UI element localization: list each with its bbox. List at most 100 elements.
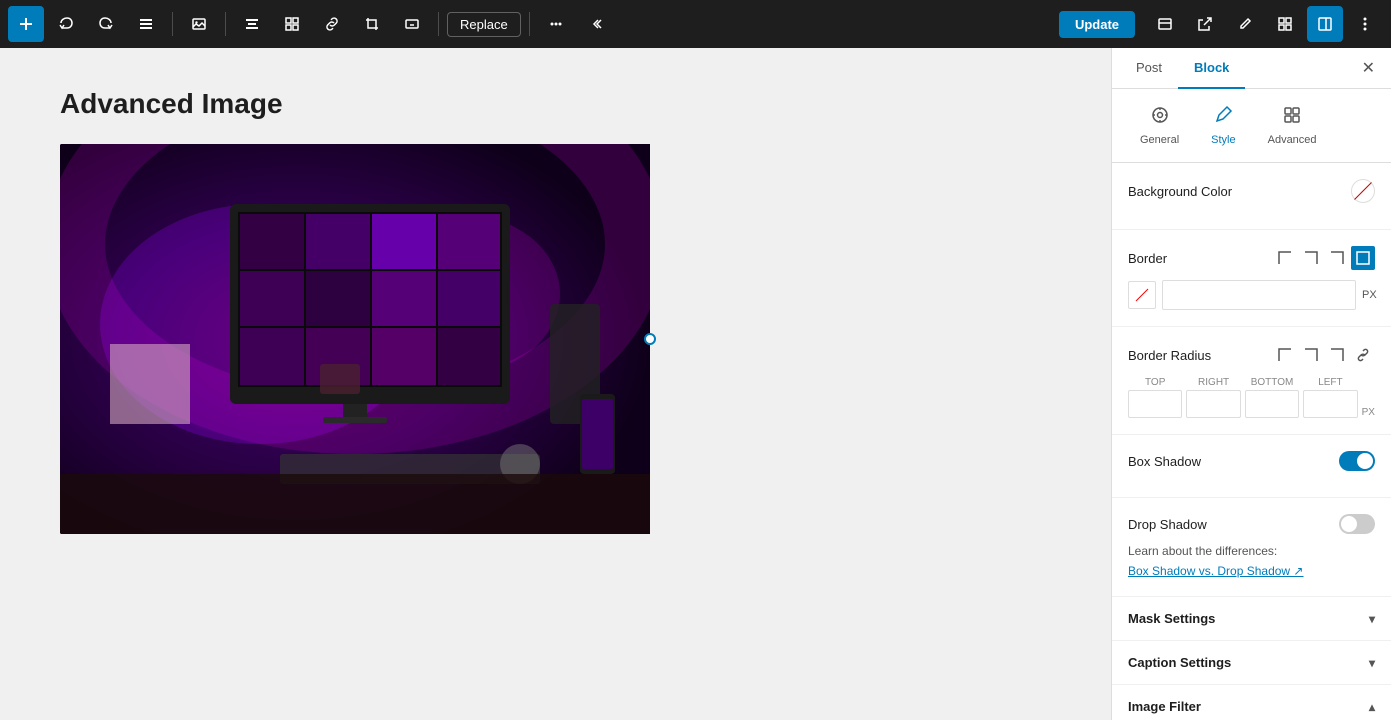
- external-link-button[interactable]: [1187, 6, 1223, 42]
- color-swatch-slash: [1354, 182, 1372, 200]
- border-radius-top-label: TOP: [1145, 377, 1165, 388]
- collapse-button[interactable]: [578, 6, 614, 42]
- caption-settings-label: Caption Settings: [1128, 655, 1231, 670]
- border-radius-right-wrap: RIGHT: [1186, 377, 1240, 418]
- border-input-row: PX: [1128, 280, 1375, 310]
- sidebar: Post Block ✕ General Style Advanced: [1111, 48, 1391, 720]
- drop-shadow-section: Drop Shadow Learn about the differences:…: [1112, 498, 1391, 597]
- caption-settings-header[interactable]: Caption Settings ▾: [1112, 641, 1391, 685]
- page-title: Advanced Image: [60, 88, 1051, 120]
- block-type-button[interactable]: [274, 6, 310, 42]
- border-radius-bottom-right-button[interactable]: [1325, 343, 1349, 367]
- block-tab[interactable]: Block: [1178, 48, 1245, 89]
- layout-button[interactable]: [1307, 6, 1343, 42]
- image-filter-label: Image Filter: [1128, 699, 1201, 714]
- style-tab-label: Style: [1211, 134, 1235, 146]
- border-radius-bottom-input[interactable]: [1245, 390, 1299, 418]
- border-icon-row: [1273, 246, 1375, 270]
- background-color-section: Background Color: [1112, 163, 1391, 230]
- crop-button[interactable]: [354, 6, 390, 42]
- main-content: Advanced Image: [0, 48, 1111, 720]
- undo-button[interactable]: [48, 6, 84, 42]
- toolbar-divider-2: [225, 12, 226, 36]
- box-shadow-toggle[interactable]: [1339, 451, 1375, 471]
- background-color-swatch[interactable]: [1351, 179, 1375, 203]
- customize-button[interactable]: [1227, 6, 1263, 42]
- redo-button[interactable]: [88, 6, 124, 42]
- border-radius-inputs-row: TOP RIGHT BOTTOM LEFT PX: [1128, 377, 1375, 418]
- sidebar-tab-bar: Post Block ✕: [1112, 48, 1391, 89]
- toolbar-divider-4: [529, 12, 530, 36]
- border-radius-header-row: Border Radius: [1128, 343, 1375, 367]
- border-header-row: Border: [1128, 246, 1375, 270]
- box-shadow-row: Box Shadow: [1128, 451, 1375, 471]
- advanced-tab-label: Advanced: [1268, 134, 1317, 146]
- background-color-row: Background Color: [1128, 179, 1375, 203]
- image-container[interactable]: [60, 144, 660, 534]
- general-icon: [1150, 105, 1170, 130]
- border-radius-top-right-button[interactable]: [1299, 343, 1323, 367]
- border-radius-right-input[interactable]: [1186, 390, 1240, 418]
- image-placeholder: [60, 144, 650, 534]
- border-radius-label: Border Radius: [1128, 348, 1211, 363]
- patterns-button[interactable]: [1267, 6, 1303, 42]
- replace-button[interactable]: Replace: [447, 12, 521, 37]
- general-panel-tab[interactable]: General: [1124, 97, 1195, 154]
- toolbar-divider-1: [172, 12, 173, 36]
- caption-settings-chevron: ▾: [1369, 656, 1375, 670]
- border-all-button[interactable]: [1351, 246, 1375, 270]
- post-tab[interactable]: Post: [1120, 48, 1178, 89]
- sidebar-options-button[interactable]: [1347, 6, 1383, 42]
- drop-shadow-row: Drop Shadow: [1128, 514, 1375, 534]
- mask-settings-header[interactable]: Mask Settings ▾: [1112, 597, 1391, 641]
- border-width-input[interactable]: [1162, 280, 1356, 310]
- media-button[interactable]: [181, 6, 217, 42]
- resize-handle[interactable]: [644, 333, 656, 345]
- box-vs-drop-link[interactable]: Box Shadow vs. Drop Shadow ↗: [1128, 564, 1303, 578]
- border-radius-right-label: RIGHT: [1198, 377, 1229, 388]
- advanced-panel-tab[interactable]: Advanced: [1252, 97, 1333, 154]
- border-radius-link-button[interactable]: [1351, 343, 1375, 367]
- border-radius-top-input[interactable]: [1128, 390, 1182, 418]
- border-unit-label: PX: [1362, 289, 1377, 301]
- drop-shadow-label: Drop Shadow: [1128, 517, 1207, 532]
- border-color-picker[interactable]: [1128, 281, 1156, 309]
- add-block-button[interactable]: [8, 6, 44, 42]
- border-radius-section: Border Radius: [1112, 327, 1391, 435]
- embed-button[interactable]: [394, 6, 430, 42]
- toolbar: Replace Update: [0, 0, 1391, 48]
- window-mode-button[interactable]: [1147, 6, 1183, 42]
- border-top-right-button[interactable]: [1299, 246, 1323, 270]
- learn-about-text: Learn about the differences:: [1128, 544, 1375, 558]
- box-shadow-label: Box Shadow: [1128, 454, 1201, 469]
- align-button[interactable]: [234, 6, 270, 42]
- image-filter-header[interactable]: Image Filter ▴: [1112, 685, 1391, 720]
- border-radius-left-label: LEFT: [1318, 377, 1342, 388]
- border-section: Border: [1112, 230, 1391, 327]
- more-options-button[interactable]: [538, 6, 574, 42]
- border-radius-icon-row: [1273, 343, 1375, 367]
- sidebar-inner: Background Color Border: [1112, 163, 1391, 720]
- border-top-left-button[interactable]: [1273, 246, 1297, 270]
- image-svg: [60, 144, 650, 534]
- border-bottom-right-button[interactable]: [1325, 246, 1349, 270]
- border-radius-unit-label: PX: [1362, 407, 1375, 418]
- drop-shadow-toggle[interactable]: [1339, 514, 1375, 534]
- link-button[interactable]: [314, 6, 350, 42]
- toolbar-divider-3: [438, 12, 439, 36]
- image-filter-chevron: ▴: [1369, 700, 1375, 714]
- border-radius-bottom-label: BOTTOM: [1251, 377, 1294, 388]
- advanced-icon: [1282, 105, 1302, 130]
- update-button[interactable]: Update: [1059, 11, 1135, 38]
- sidebar-close-button[interactable]: ✕: [1354, 48, 1383, 88]
- border-radius-top-left-button[interactable]: [1273, 343, 1297, 367]
- border-radius-left-input[interactable]: [1303, 390, 1357, 418]
- mask-settings-label: Mask Settings: [1128, 611, 1215, 626]
- panel-tab-bar: General Style Advanced: [1112, 89, 1391, 163]
- general-tab-label: General: [1140, 134, 1179, 146]
- style-panel-tab[interactable]: Style: [1195, 97, 1251, 154]
- background-color-label: Background Color: [1128, 184, 1232, 199]
- style-icon: [1213, 105, 1233, 130]
- list-view-button[interactable]: [128, 6, 164, 42]
- drop-shadow-info: Learn about the differences: Box Shadow …: [1128, 544, 1375, 580]
